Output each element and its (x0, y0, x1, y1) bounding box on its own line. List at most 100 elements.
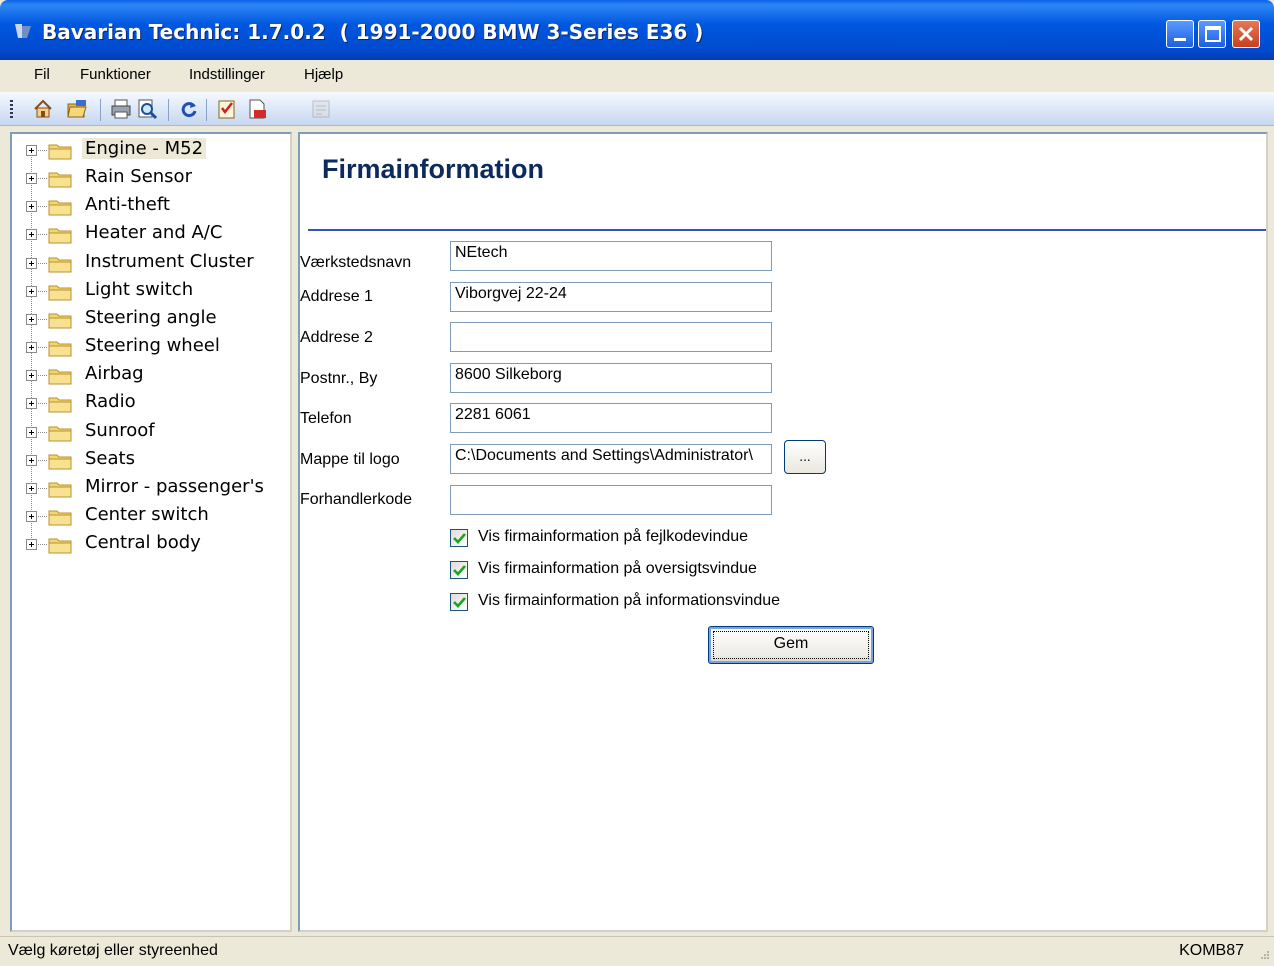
workshop-name-field[interactable]: NEtech (450, 241, 772, 271)
menu-functions[interactable]: Funktioner (80, 66, 151, 83)
phone-label: Telefon (300, 410, 352, 427)
resize-grip-icon[interactable] (1256, 948, 1270, 962)
tree-connector (38, 347, 47, 349)
checkbox-label: Vis firmainformation på oversigtsvindue (478, 560, 757, 577)
folder-icon (48, 228, 72, 244)
expand-icon[interactable] (26, 482, 37, 494)
folder-icon (48, 397, 72, 413)
tree-connector (38, 318, 47, 320)
tree-connector (38, 234, 47, 236)
tree-connector (38, 515, 47, 517)
expand-icon[interactable] (26, 370, 37, 382)
address1-label: Addrese 1 (300, 288, 373, 305)
expand-icon[interactable] (26, 145, 37, 156)
tree-item-label: Steering wheel (85, 335, 220, 357)
show-info-overview-window-checkbox[interactable] (450, 561, 468, 579)
expand-icon[interactable] (26, 173, 37, 185)
tree-item-label: Mirror - passenger's (85, 475, 264, 497)
minimize-icon (1174, 38, 1186, 41)
browse-button[interactable]: ... (784, 440, 826, 474)
tree-connector (38, 262, 47, 264)
title-bar[interactable]: Bavarian Technic: 1.7.0.2 ( 1991-2000 BM… (0, 0, 1274, 60)
refresh-icon[interactable] (178, 98, 200, 120)
show-info-info-window-checkbox[interactable] (450, 593, 468, 611)
tree-connector (38, 544, 47, 546)
tree-item-label: Center switch (85, 503, 209, 525)
component-tree[interactable]: Engine - M52 Rain Sensor Anti-theft Heater … (10, 132, 292, 932)
tree-item-label: Airbag (85, 363, 144, 385)
tree-connector (38, 150, 47, 151)
expand-icon[interactable] (26, 539, 37, 551)
app-icon (15, 24, 31, 38)
folder-icon (48, 341, 72, 357)
menu-settings[interactable]: Indstillinger (189, 66, 265, 83)
expand-icon[interactable] (26, 229, 37, 241)
expand-icon[interactable] (26, 426, 37, 438)
tree-item-label: Radio (85, 391, 136, 413)
folder-icon (48, 538, 72, 554)
report-icon[interactable] (310, 98, 332, 120)
tree-item-label: Steering angle (85, 306, 217, 328)
phone-field[interactable]: 2281 6061 (450, 403, 772, 433)
folder-icon (48, 257, 72, 273)
tree-item-label: Light switch (85, 278, 194, 300)
expand-icon[interactable] (26, 285, 37, 297)
maximize-button[interactable] (1198, 20, 1226, 48)
tree-connector (38, 459, 47, 461)
checklist-icon[interactable] (216, 98, 238, 120)
checkmark-icon (453, 533, 466, 544)
expand-icon[interactable] (26, 398, 37, 410)
print-icon[interactable] (110, 98, 132, 120)
print-preview-icon[interactable] (136, 98, 158, 120)
tree-connector (38, 487, 47, 489)
folder-icon (48, 369, 72, 385)
tree-connector (38, 375, 47, 377)
expand-icon[interactable] (26, 257, 37, 269)
expand-icon[interactable] (26, 510, 37, 522)
tree-connector (38, 206, 47, 208)
maximize-icon (1205, 26, 1221, 42)
checkmark-icon (453, 597, 466, 608)
show-info-error-window-checkbox[interactable] (450, 529, 468, 547)
company-info-panel: Firmainformation Værkstedsnavn NEtech Ad… (298, 132, 1268, 932)
expand-icon[interactable] (26, 201, 37, 213)
workshop-name-label: Værkstedsnavn (300, 254, 412, 271)
tree-item-label: Central body (85, 532, 201, 554)
tree-connector (38, 178, 47, 180)
tree-item-label: Rain Sensor (85, 166, 192, 188)
postcode-city-label: Postnr., By (300, 370, 378, 387)
tree-item-label: Engine - M52 (82, 138, 207, 159)
address2-field[interactable] (450, 322, 772, 352)
logo-folder-field[interactable]: C:\Documents and Settings\Administrator\ (450, 444, 772, 474)
app-window: Bavarian Technic: 1.7.0.2 ( 1991-2000 BM… (0, 0, 1274, 966)
status-bar: Vælg køretøj eller styreenhed KOMB87 (0, 936, 1274, 966)
tree-connector (38, 431, 47, 433)
logo-folder-label: Mappe til logo (300, 451, 400, 468)
dealer-code-field[interactable] (450, 485, 772, 515)
menu-file[interactable]: Fil (34, 66, 50, 83)
tree-item-label: Seats (85, 447, 135, 469)
minimize-button[interactable] (1166, 20, 1194, 48)
tree-connector (38, 403, 47, 405)
address1-field[interactable]: Viborgvej 22-24 (450, 282, 772, 312)
expand-icon[interactable] (26, 454, 37, 466)
save-button[interactable]: Gem (708, 626, 874, 664)
folder-icon (48, 482, 72, 498)
menu-help[interactable]: Hjælp (304, 66, 343, 83)
window-title: Bavarian Technic: 1.7.0.2 ( 1991-2000 BM… (42, 20, 704, 44)
expand-icon[interactable] (26, 313, 37, 325)
postcode-city-field[interactable]: 8600 Silkeborg (450, 363, 772, 393)
expand-icon[interactable] (26, 342, 37, 354)
close-button[interactable] (1232, 20, 1260, 48)
folder-icon (48, 510, 72, 526)
pdf-document-icon[interactable] (246, 98, 268, 120)
home-icon[interactable] (32, 98, 54, 120)
tree-item-label: Anti-theft (85, 194, 170, 216)
folder-icon (48, 200, 72, 216)
open-folder-icon[interactable] (66, 98, 88, 120)
tree-item-label: Heater and A/C (85, 222, 223, 244)
folder-icon (48, 172, 72, 188)
menu-bar: Fil Funktioner Indstillinger Hjælp (0, 60, 1274, 92)
toolbar-separator (168, 99, 169, 121)
toolbar-grip[interactable] (10, 100, 13, 120)
